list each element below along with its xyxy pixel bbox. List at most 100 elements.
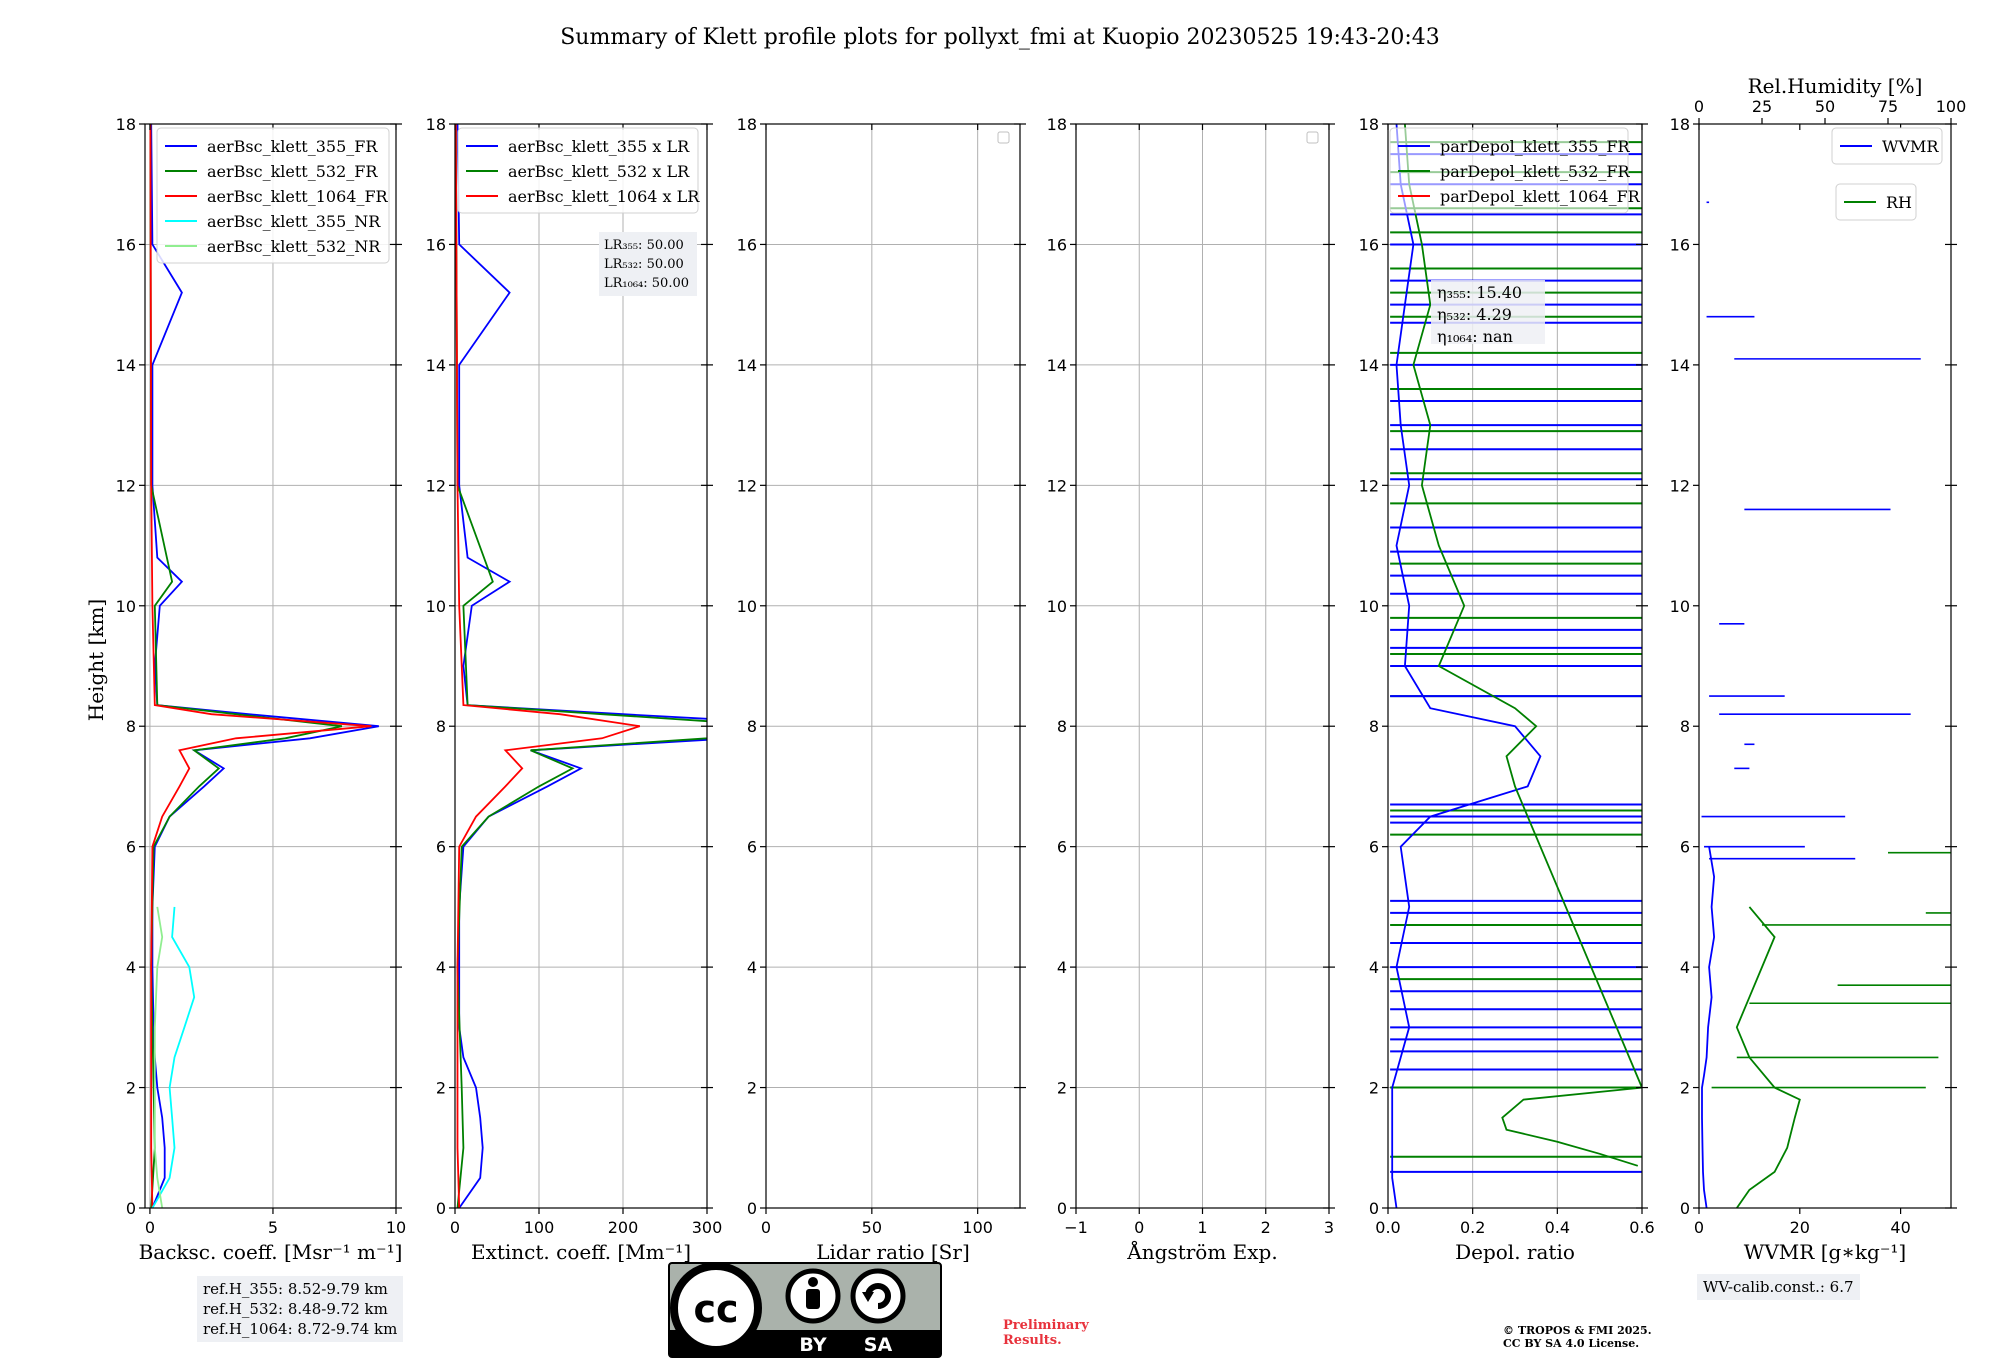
ref-height-1064: ref.H_1064: 8.72-9.74 km xyxy=(203,1320,398,1338)
series-line-WVMR xyxy=(1701,846,1716,1208)
x-tick-label: 300 xyxy=(692,1218,723,1237)
x-tick-label: 10 xyxy=(386,1218,406,1237)
x-axis-label: Backsc. coeff. [Msr⁻¹ m⁻¹] xyxy=(139,1240,403,1264)
legend: WVMR RH xyxy=(1831,127,1943,221)
cc-letters: cc xyxy=(693,1287,738,1331)
top-axis-tick-label: 100 xyxy=(1936,97,1967,116)
lidar-ratio-text: LR₁₀₆₄: 50.00 xyxy=(604,276,689,291)
y-tick-label: 2 xyxy=(436,1079,446,1098)
y-tick-label: 0 xyxy=(1369,1199,1379,1218)
x-tick-label: 50 xyxy=(862,1218,882,1237)
legend-label: aerBsc_klett_355 x LR xyxy=(508,137,690,156)
y-axis-label: Height [km] xyxy=(84,599,108,721)
by-label: BY xyxy=(799,1334,826,1356)
x-tick-label: 20 xyxy=(1790,1218,1810,1237)
y-tick-label: 18 xyxy=(1047,115,1067,134)
y-tick-label: 14 xyxy=(426,356,446,375)
y-tick-label: 10 xyxy=(426,597,446,616)
x-tick-label: 0.6 xyxy=(1629,1218,1654,1237)
y-tick-label: 2 xyxy=(1680,1079,1690,1098)
y-tick-label: 0 xyxy=(747,1199,757,1218)
legend-label: aerBsc_klett_532 x LR xyxy=(508,162,690,181)
y-tick-label: 14 xyxy=(1670,356,1690,375)
x-tick-label: 0 xyxy=(1694,1218,1704,1237)
x-tick-label: 0 xyxy=(145,1218,155,1237)
panel-wvmr: 0 20 40 0 2 4 6 8 10 12 14 16 18 WVMR [g∗kg⁻¹] 0 25 50 75… xyxy=(1670,74,1967,1264)
legend: aerBsc_klett_355 x LR aerBsc_klett_532 x … xyxy=(457,127,700,214)
x-tick-label: 0 xyxy=(450,1218,460,1237)
x-tick-label: 100 xyxy=(524,1218,555,1237)
y-tick-label: 16 xyxy=(1670,235,1690,254)
y-tick-label: 12 xyxy=(1670,476,1690,495)
ref-height-355: ref.H_355: 8.52-9.79 km xyxy=(203,1280,388,1298)
copyright-line-2: CC BY SA 4.0 License. xyxy=(1503,1337,1640,1350)
reference-heights-box: ref.H_355: 8.52-9.79 km ref.H_532: 8.48-… xyxy=(197,1276,404,1342)
x-tick-label: 0.4 xyxy=(1545,1218,1570,1237)
panel-extinction: 0 100 200 300 0 2 4 6 8 10 12 14 16 18 Extinct. coeff.… xyxy=(426,115,723,1264)
figure-title: Summary of Klett profile plots for polly… xyxy=(560,25,1440,50)
y-tick-label: 4 xyxy=(126,958,136,977)
y-tick-label: 8 xyxy=(1680,717,1690,736)
x-tick-label: 0 xyxy=(761,1218,771,1237)
y-tick-label: 4 xyxy=(1057,958,1067,977)
copyright-line-1: © TROPOS & FMI 2025. xyxy=(1503,1324,1652,1337)
legend-label: aerBsc_klett_355_FR xyxy=(207,137,378,156)
legend-label: aerBsc_klett_532_NR xyxy=(207,237,381,256)
x-axis-label: Lidar ratio [Sr] xyxy=(816,1240,970,1264)
x-tick-label: 3 xyxy=(1324,1218,1334,1237)
eta-text: η₁₀₆₄: nan xyxy=(1437,327,1513,346)
y-tick-label: 16 xyxy=(1047,235,1067,254)
y-tick-label: 14 xyxy=(1047,356,1067,375)
y-tick-label: 0 xyxy=(436,1199,446,1218)
y-tick-label: 2 xyxy=(747,1079,757,1098)
y-tick-label: 2 xyxy=(1057,1079,1067,1098)
x-tick-label: 0.2 xyxy=(1460,1218,1485,1237)
y-tick-label: 16 xyxy=(737,235,757,254)
share-alike-icon xyxy=(850,1268,906,1324)
x-tick-label: 100 xyxy=(962,1218,993,1237)
legend-label: WVMR xyxy=(1882,137,1939,156)
empty-legend-box xyxy=(1306,131,1319,144)
y-tick-label: 18 xyxy=(1670,115,1690,134)
x-axis-label: Extinct. coeff. [Mm⁻¹] xyxy=(471,1240,691,1264)
y-tick-label: 12 xyxy=(737,476,757,495)
figure: Summary of Klett profile plots for polly… xyxy=(84,25,1967,1264)
cc-by-sa-license-badge: cc BY SA xyxy=(668,1262,942,1358)
y-tick-label: 6 xyxy=(126,838,136,857)
legend: aerBsc_klett_355_FR aerBsc_klett_532_FRae… xyxy=(156,127,390,264)
series-line-aerBsc_klett_355_FR xyxy=(150,124,379,1208)
y-tick-label: 0 xyxy=(1057,1199,1067,1218)
y-tick-label: 2 xyxy=(1369,1079,1379,1098)
y-tick-label: 16 xyxy=(426,235,446,254)
y-tick-label: 2 xyxy=(126,1079,136,1098)
y-tick-label: 8 xyxy=(1369,717,1379,736)
wv-calibration-constant: WV-calib.const.: 6.7 xyxy=(1703,1278,1854,1296)
y-tick-label: 0 xyxy=(126,1199,136,1218)
legend-label: aerBsc_klett_532_FR xyxy=(207,162,378,181)
y-tick-label: 18 xyxy=(737,115,757,134)
series-line-aerBsc_klett_355_NR xyxy=(151,906,196,1208)
y-tick-label: 6 xyxy=(1369,838,1379,857)
panel-lidar_ratio: 0 50 100 0 2 4 6 8 10 12 14 16 18 Lidar ratio [Sr] xyxy=(737,115,1026,1264)
y-tick-label: 18 xyxy=(1359,115,1379,134)
x-tick-label: 1 xyxy=(1197,1218,1207,1237)
y-tick-label: 0 xyxy=(1680,1199,1690,1218)
y-tick-label: 4 xyxy=(1369,958,1379,977)
top-axis-tick-label: 0 xyxy=(1694,97,1704,116)
y-tick-label: 12 xyxy=(1359,476,1379,495)
wv-calibration-box: WV-calib.const.: 6.7 xyxy=(1697,1274,1860,1300)
legend-label: parDepol_klett_355_FR xyxy=(1440,137,1631,156)
x-tick-label: 0 xyxy=(1134,1218,1144,1237)
panel-angstrom: −1 0 1 2 3024681012141618Ångström Exp. xyxy=(1047,115,1335,1264)
series-line-aerBsc_klett_1064_FR xyxy=(149,124,372,1208)
top-axis-tick-label: 50 xyxy=(1815,97,1835,116)
x-axis-label: Depol. ratio xyxy=(1455,1240,1575,1264)
y-tick-label: 10 xyxy=(737,597,757,616)
y-tick-label: 10 xyxy=(1670,597,1690,616)
y-tick-label: 8 xyxy=(126,717,136,736)
y-tick-label: 6 xyxy=(1680,838,1690,857)
sa-label: SA xyxy=(864,1334,893,1356)
y-tick-label: 12 xyxy=(1047,476,1067,495)
legend-label: aerBsc_klett_355_NR xyxy=(207,212,381,231)
legend-label: RH xyxy=(1886,193,1912,212)
